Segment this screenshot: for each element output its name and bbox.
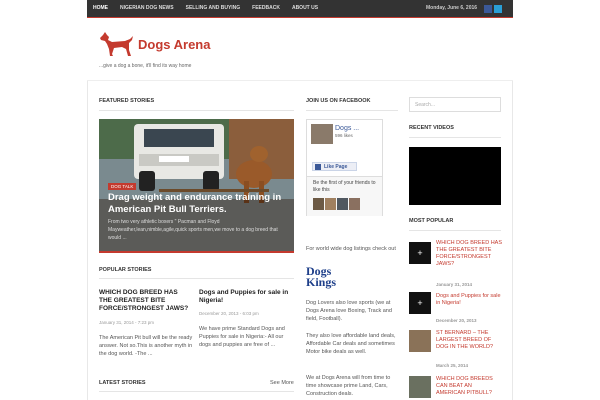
most-popular-date: March 25, 2014	[436, 363, 469, 368]
most-popular-title[interactable]: WHICH DOG BREED HAS THE GREATEST BITE FO…	[436, 240, 502, 268]
nav-selling-and-buying[interactable]: SELLING AND BUYING	[180, 0, 247, 17]
popular-post-title[interactable]: WHICH DOG BREED HAS THE GREATEST BITE FO…	[99, 289, 191, 313]
about-paragraph: Dog Lovers also love sports (we at Dogs …	[306, 300, 392, 322]
search-placeholder: Search...	[415, 102, 436, 108]
category-tag[interactable]: DOG TALK	[108, 183, 137, 190]
dog-logo-icon[interactable]	[99, 31, 135, 57]
recent-videos-heading: RECENT VIDEOS	[409, 125, 454, 131]
avatar[interactable]	[337, 198, 348, 210]
post-thumbnail[interactable]	[409, 330, 431, 352]
featured-story-title[interactable]: Drag weight and endurance training in Am…	[108, 192, 288, 216]
see-more-link[interactable]: See More	[270, 380, 294, 386]
facebook-friends-text: Be the first of your friends to like thi…	[313, 180, 376, 193]
facebook-like-box: Dogs ... 596 likes Like Page Be the firs…	[306, 119, 383, 216]
most-popular-title[interactable]: WHICH DOG BREEDS CAN BEAT AN AMERICAN PI…	[436, 376, 502, 397]
popular-heading: POPULAR STORIES	[99, 267, 152, 273]
avatar[interactable]	[325, 198, 336, 210]
popular-post-excerpt: We have prime Standard Dogs and Puppies …	[199, 326, 285, 348]
nav-about-us[interactable]: ABOUT US	[286, 0, 324, 17]
featured-heading: FEATURED STORIES	[99, 98, 155, 104]
facebook-logo-icon	[315, 164, 321, 170]
most-popular-date: December 20, 2013	[436, 318, 477, 323]
popular-post-excerpt: The American Pit bull will be the ready …	[99, 335, 193, 357]
about-paragraph: They also love affordable land deals, Af…	[306, 333, 396, 355]
post-thumbnail[interactable]: +	[409, 292, 431, 314]
popular-divider	[99, 278, 294, 279]
twitter-icon[interactable]	[494, 5, 502, 13]
avatar[interactable]	[349, 198, 360, 210]
nav-feedback[interactable]: FEEDBACK	[246, 0, 286, 17]
popular-post-date: December 20, 2013 - 6:03 pm	[199, 311, 259, 316]
latest-divider	[99, 391, 294, 392]
current-date: Monday, June 6, 2016	[426, 5, 478, 11]
most-popular-date: January 31, 2014	[436, 282, 473, 287]
popular-post-date: January 31, 2014 - 7:23 pm	[99, 320, 155, 325]
facebook-page-avatar[interactable]	[311, 124, 333, 144]
most-popular-title[interactable]: Dogs and Puppies for sale in Nigeria!	[436, 293, 502, 307]
plus-icon: +	[417, 298, 423, 308]
latest-heading: LATEST STORIES	[99, 380, 146, 386]
nav-nigerian-dog-news[interactable]: NIGERIAN DOG NEWS	[114, 0, 180, 17]
facebook-heading: JOIN US ON FACEBOOK	[306, 98, 371, 104]
facebook-divider	[306, 110, 398, 111]
featured-story-excerpt: From two very athletic boxers " Pacman a…	[108, 219, 278, 241]
featured-divider	[99, 110, 294, 111]
like-button-label: Like Page	[324, 164, 348, 170]
avatar[interactable]	[313, 198, 324, 210]
facebook-like-button[interactable]: Like Page	[312, 162, 357, 171]
most-popular-divider	[409, 230, 501, 231]
plus-icon: +	[417, 248, 423, 258]
most-popular-heading: MOST POPULAR	[409, 218, 454, 224]
about-paragraph: We at Dogs Arena will from time to time …	[306, 375, 391, 397]
facebook-icon[interactable]	[484, 5, 492, 13]
dogkings-logo-line2: Kings	[306, 275, 337, 289]
site-tagline: ...give a dog a bone, it'll find its way…	[99, 63, 192, 69]
recent-videos-divider	[409, 137, 501, 138]
header-divider	[87, 80, 513, 81]
post-thumbnail[interactable]	[409, 376, 431, 398]
most-popular-title[interactable]: ST BERNARD – THE LARGEST BREED OF DOG IN…	[436, 330, 502, 351]
facebook-friends-area: Be the first of your friends to like thi…	[307, 176, 382, 216]
top-bar: HOME NIGERIAN DOG NEWS SELLING AND BUYIN…	[87, 0, 513, 18]
main-nav: HOME NIGERIAN DOG NEWS SELLING AND BUYIN…	[87, 0, 324, 17]
featured-slider-progress	[99, 251, 294, 253]
dogkings-intro: For world wide dog listings check out	[306, 246, 396, 252]
site-logo-text[interactable]: Dogs Arena	[138, 37, 210, 52]
nav-home[interactable]: HOME	[87, 0, 114, 17]
site-header: Dogs Arena ...give a dog a bone, it'll f…	[87, 18, 513, 80]
search-input[interactable]: Search...	[409, 97, 501, 112]
facebook-page-name[interactable]: Dogs ...	[335, 125, 359, 132]
post-thumbnail[interactable]: +	[409, 242, 431, 264]
dogs-kings-logo[interactable]: Dogs Kings	[306, 265, 337, 289]
video-player[interactable]	[409, 147, 501, 205]
popular-post-title[interactable]: Dogs and Puppies for sale in Nigeria!	[199, 289, 291, 305]
facebook-likes-count: 596 likes	[335, 133, 353, 138]
